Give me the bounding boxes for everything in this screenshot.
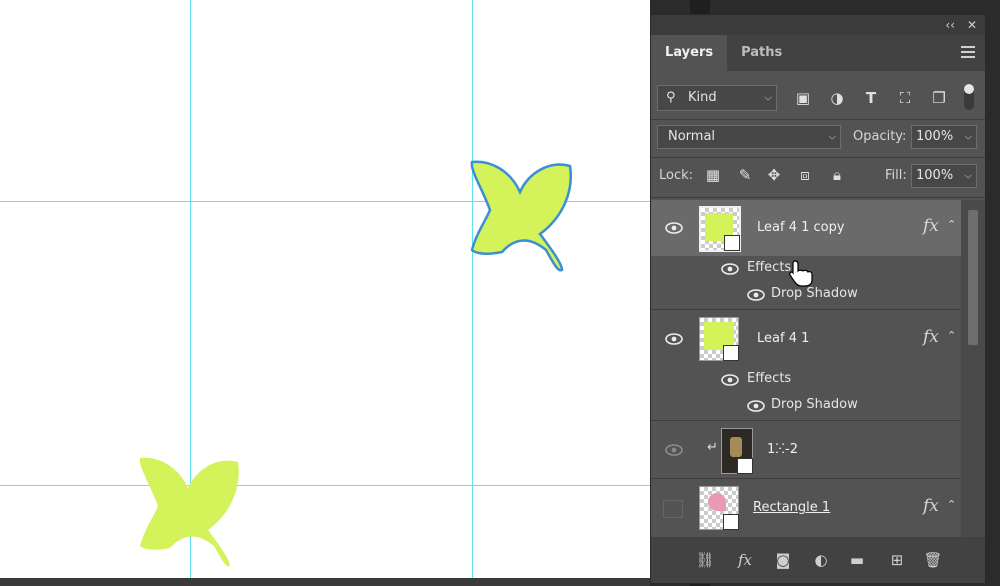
lock-artboard-icon[interactable]: ⧈ xyxy=(795,166,815,184)
collapse-effects-icon[interactable]: ⌃ xyxy=(947,329,956,342)
divider xyxy=(651,157,985,158)
layer-row-leaf-4-1[interactable]: Leaf 4 1 fx ⌃ xyxy=(651,311,961,367)
chevron-down-icon: ⌵ xyxy=(828,131,836,143)
fx-icon[interactable]: fx xyxy=(923,327,939,347)
visibility-eye-icon[interactable] xyxy=(721,374,739,386)
fx-icon[interactable]: fx xyxy=(923,496,939,516)
effect-name: Drop Shadow xyxy=(771,286,858,301)
clipping-mask-arrow-icon: ↵ xyxy=(707,440,718,455)
drop-shadow-row[interactable]: Drop Shadow xyxy=(651,282,961,308)
filter-value: Kind xyxy=(688,90,717,105)
visibility-eye-icon[interactable] xyxy=(747,289,765,301)
drop-shadow-row[interactable]: Drop Shadow xyxy=(651,393,961,419)
tab-layers[interactable]: Layers xyxy=(651,35,728,71)
blend-mode-value: Normal xyxy=(668,129,716,144)
panel-menu-icon[interactable] xyxy=(961,46,975,58)
visibility-eye-icon[interactable] xyxy=(665,333,683,345)
leaf-shape[interactable] xyxy=(130,448,250,573)
adjustment-filter-icon[interactable]: ◑ xyxy=(827,89,847,107)
fx-icon[interactable]: fx xyxy=(923,216,939,236)
visibility-eye-icon[interactable] xyxy=(747,400,765,412)
divider xyxy=(651,119,985,120)
divider xyxy=(651,309,961,310)
lock-all-icon[interactable]: 🔒︎ xyxy=(827,166,847,184)
collapse-effects-icon[interactable]: ⌃ xyxy=(947,498,956,511)
layer-row-leaf-4-1-copy[interactable]: Leaf 4 1 copy fx ⌃ xyxy=(651,200,961,256)
lock-label: Lock: xyxy=(659,168,694,183)
visibility-eye-icon[interactable] xyxy=(721,263,739,275)
horizontal-guide[interactable] xyxy=(0,485,650,486)
lock-transparent-icon[interactable]: ▦ xyxy=(703,166,723,184)
scrollbar-thumb[interactable] xyxy=(968,210,978,345)
document-canvas[interactable] xyxy=(0,0,650,578)
smart-object-filter-icon[interactable]: ❐ xyxy=(929,89,949,107)
blend-mode-select[interactable]: Normal ⌵ xyxy=(657,125,841,149)
layer-row-rectangle-1[interactable]: Rectangle 1 fx ⌃ xyxy=(651,480,961,536)
panel-titlebar: ‹‹ ✕ xyxy=(651,15,985,35)
chevron-down-icon: ⌵ xyxy=(964,131,972,143)
layer-name[interactable]: Leaf 4 1 copy xyxy=(757,220,845,235)
effects-label: Effects xyxy=(747,371,792,386)
opacity-label: Opacity: xyxy=(853,129,907,144)
status-bar xyxy=(0,578,650,586)
opacity-field[interactable]: 100% ⌵ xyxy=(911,125,977,149)
visibility-eye-icon[interactable] xyxy=(665,444,683,456)
link-layers-icon[interactable]: ⛓ xyxy=(695,551,715,569)
collapse-icon[interactable]: ‹‹ xyxy=(945,18,955,32)
effects-row[interactable]: Effects xyxy=(651,256,961,287)
shape-filter-icon[interactable]: ⛶ xyxy=(895,89,915,107)
layer-thumbnail[interactable] xyxy=(721,428,753,474)
layer-name[interactable]: Rectangle 1 xyxy=(753,500,830,515)
divider xyxy=(651,420,961,421)
lock-position-move-icon[interactable]: ✥ xyxy=(764,166,784,184)
chevron-down-icon: ⌵ xyxy=(764,92,772,104)
effects-label: Effects xyxy=(747,260,792,275)
smart-object-badge-icon xyxy=(737,458,753,474)
new-group-folder-icon[interactable]: ▬ xyxy=(847,551,867,569)
layer-row-clipped[interactable]: ↵ 1ⵘ-2 xyxy=(651,422,961,478)
search-icon: ⚲ xyxy=(666,90,676,105)
add-layer-style-icon[interactable]: fx xyxy=(735,551,755,569)
chevron-down-icon: ⌵ xyxy=(964,170,972,182)
visibility-toggle-empty[interactable] xyxy=(663,500,683,518)
visibility-eye-icon[interactable] xyxy=(665,222,683,234)
image-filter-icon[interactable]: ▣ xyxy=(793,89,813,107)
tab-paths[interactable]: Paths xyxy=(727,35,796,71)
opacity-value: 100% xyxy=(916,129,954,144)
smart-object-badge-icon xyxy=(724,235,740,251)
divider xyxy=(651,478,961,479)
layer-thumbnail[interactable] xyxy=(699,486,739,530)
layer-thumbnail[interactable] xyxy=(699,206,741,252)
filter-toggle[interactable] xyxy=(964,84,974,110)
layer-thumbnail[interactable] xyxy=(699,317,739,361)
smart-object-badge-icon xyxy=(723,345,739,361)
effect-name: Drop Shadow xyxy=(771,397,858,412)
vertical-guide[interactable] xyxy=(472,0,473,578)
new-adjustment-layer-icon[interactable]: ◐ xyxy=(811,551,831,569)
delete-layer-trash-icon[interactable]: 🗑︎ xyxy=(923,551,943,569)
layers-panel: ‹‹ ✕ Layers Paths ⚲ Kind ⌵ ▣ ◑ T ⛶ ❐ Nor… xyxy=(650,14,986,584)
leaf-shape-selected[interactable] xyxy=(462,152,582,277)
smart-object-badge-icon xyxy=(723,514,739,530)
panel-tabs: Layers Paths xyxy=(651,35,985,71)
layer-name[interactable]: 1ⵘ-2 xyxy=(767,442,798,457)
fill-value: 100% xyxy=(916,168,954,183)
fill-field[interactable]: 100% ⌵ xyxy=(911,164,977,188)
filter-kind-select[interactable]: ⚲ Kind ⌵ xyxy=(657,85,777,111)
close-icon[interactable]: ✕ xyxy=(967,18,977,32)
type-filter-icon[interactable]: T xyxy=(861,89,881,107)
new-layer-icon[interactable]: ⊞ xyxy=(887,551,907,569)
lock-paint-brush-icon[interactable]: ✎ xyxy=(735,166,755,184)
collapse-effects-icon[interactable]: ⌃ xyxy=(947,218,956,231)
divider xyxy=(651,197,985,198)
layer-name[interactable]: Leaf 4 1 xyxy=(757,331,809,346)
effects-row[interactable]: Effects xyxy=(651,367,961,393)
add-mask-icon[interactable]: ◙ xyxy=(773,551,793,569)
fill-label: Fill: xyxy=(885,168,907,183)
layers-scrollbar[interactable] xyxy=(961,200,985,540)
layers-bottom-toolbar: ⛓ fx ◙ ◐ ▬ ⊞ 🗑︎ xyxy=(651,537,985,583)
